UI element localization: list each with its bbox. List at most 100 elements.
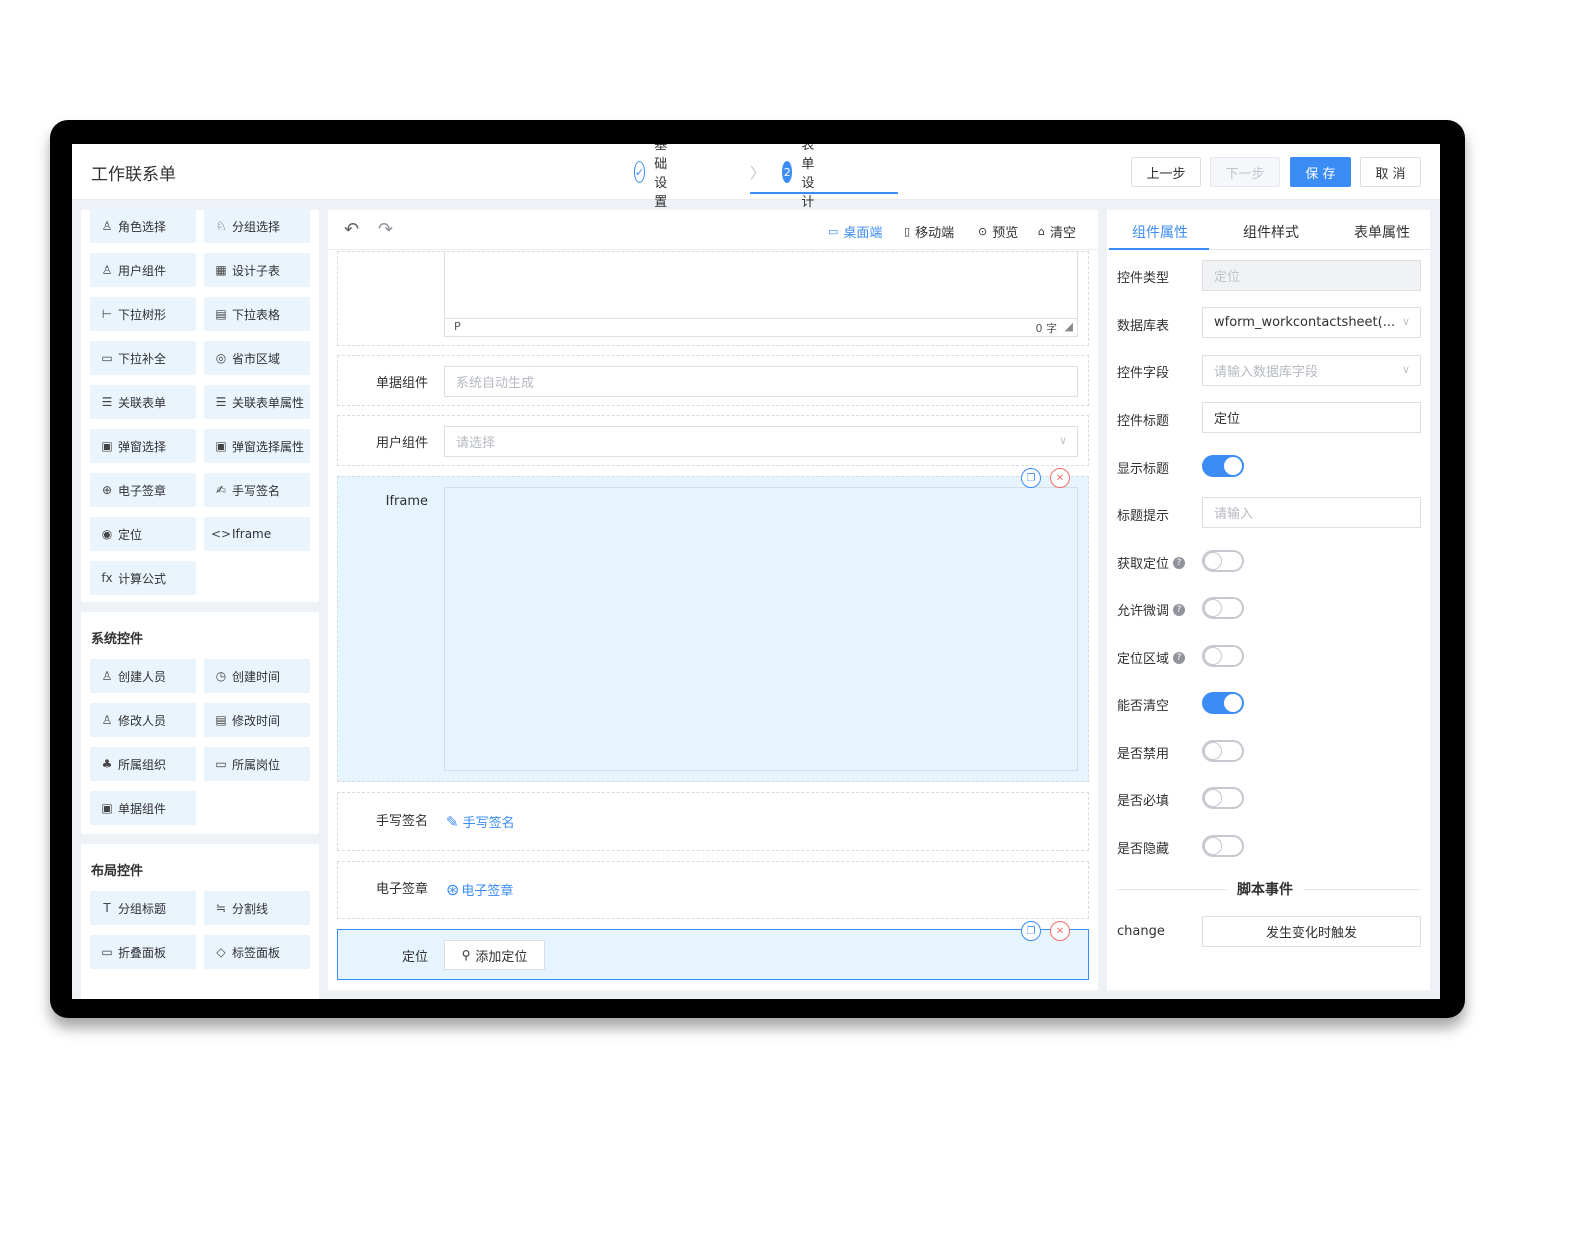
undo-icon[interactable]: ↶ [344,219,359,240]
signature-button-label: 手写签名 [462,816,515,831]
person-badge-icon: ♙ [101,219,113,233]
rich-text-editor[interactable]: P 0 字 ◢ [444,251,1078,337]
rich-text-field[interactable]: P 0 字 ◢ [337,251,1089,346]
bill-input[interactable]: 系统自动生成 [444,366,1078,397]
control-field-select[interactable]: 请输入数据库字段 ∨ [1202,355,1421,386]
user-field[interactable]: 用户组件 请选择 ∨ [337,415,1089,466]
iframe-field[interactable]: Iframe [337,476,1089,782]
save-button[interactable]: 保 存 [1290,157,1351,187]
bill-field[interactable]: 单据组件 系统自动生成 [337,355,1089,406]
switch-knob [1204,599,1222,617]
palette-item[interactable]: ≒ 分割线 [204,891,310,925]
palette-item[interactable]: ◇ 标签面板 [204,935,310,969]
user-select[interactable]: 请选择 ∨ [444,426,1078,457]
desktop-label: 桌面端 [843,226,883,241]
palette-item-label: 创建时间 [232,669,281,684]
canvas-toolbar: ↶ ↷ ▭ 桌面端 ▯ 移动端 ⊙ 预览 ⌂ 清空 [328,210,1098,250]
palette-item[interactable]: ♙ 用户组件 [90,253,196,287]
palette-item[interactable]: ▣ 单据组件 [90,791,196,825]
copy-icon[interactable]: ❐ [1021,921,1041,941]
delete-icon[interactable]: ✕ [1050,921,1070,941]
palette-item[interactable]: T 分组标题 [90,891,196,925]
iframe-actions: ❐ ✕ [1012,468,1070,488]
palette-item-label: 电子签章 [118,483,167,498]
location-region-switch[interactable] [1202,645,1244,667]
palette-item-label: 分组选择 [232,219,281,234]
group-icon: ♘ [215,219,227,233]
disabled-switch[interactable] [1202,740,1244,762]
palette-item[interactable]: ⊢ 下拉树形 [90,297,196,331]
prev-step-button[interactable]: 上一步 [1131,157,1201,187]
step-basic-settings[interactable]: ✓ 基础设置 [634,144,678,210]
resize-handle-icon[interactable]: ◢ [1065,320,1073,333]
palette-item[interactable]: ▤ 下拉表格 [204,297,310,331]
help-icon[interactable]: ? [1173,556,1186,569]
next-step-button[interactable]: 下一步 [1210,157,1280,187]
calendar-icon: ▤ [215,713,227,727]
palette-item-label: 所属岗位 [232,757,281,772]
hidden-switch[interactable] [1202,835,1244,857]
palette-item[interactable]: ⊕ 电子签章 [90,473,196,507]
palette-item[interactable]: <> Iframe [204,517,310,551]
user-select-placeholder: 请选择 [456,436,496,451]
palette-item[interactable]: ◎ 省市区域 [204,341,310,375]
palette-item[interactable]: ▣ 弹窗选择 [90,429,196,463]
palette-item[interactable]: ▤ 修改时间 [204,703,310,737]
desktop-view-button[interactable]: ▭ 桌面端 [828,222,882,241]
step-form-design[interactable]: 2 表单设计 [782,144,826,210]
palette-item[interactable]: ◉ 定位 [90,517,196,551]
palette-item[interactable]: ▭ 所属岗位 [204,747,310,781]
palette-item[interactable]: ▦ 设计子表 [204,253,310,287]
signature-field[interactable]: 手写签名 ✎ 手写签名 [337,792,1089,851]
monitor-icon: ▭ [828,225,839,238]
title-tip-input[interactable]: 请输入 [1202,497,1421,528]
tab-component-style[interactable]: 组件样式 [1243,222,1299,242]
tab-form-props[interactable]: 表单属性 [1354,222,1410,242]
tab-component-props[interactable]: 组件属性 [1132,222,1188,242]
folder-icon: ▭ [101,945,113,959]
mobile-view-button[interactable]: ▯ 移动端 [904,222,954,241]
delete-icon[interactable]: ✕ [1050,468,1070,488]
copy-icon[interactable]: ❐ [1021,468,1041,488]
preview-button[interactable]: ⊙ 预览 [978,222,1018,241]
change-event-button[interactable]: 发生变化时触发 [1202,916,1421,947]
palette-item[interactable]: ♙ 修改人员 [90,703,196,737]
fine-tune-switch[interactable] [1202,597,1244,619]
help-icon[interactable]: ? [1173,651,1186,664]
show-title-switch[interactable] [1202,455,1244,477]
palette-item[interactable]: ◷ 创建时间 [204,659,310,693]
palette-item[interactable]: ▣ 弹窗选择属性 [204,429,310,463]
seal-field[interactable]: 电子签章 ⊛ 电子签章 [337,861,1089,919]
required-switch[interactable] [1202,787,1244,809]
chevron-down-icon: ∨ [1058,434,1067,447]
help-icon[interactable]: ? [1173,603,1186,616]
seal-button[interactable]: ⊛ 电子签章 [446,880,513,899]
palette-item[interactable]: ✍ 手写签名 [204,473,310,507]
clear-button[interactable]: ⌂ 清空 [1038,222,1076,241]
palette-item[interactable]: ♙ 创建人员 [90,659,196,693]
palette-item[interactable]: ♘ 分组选择 [204,209,310,243]
control-title-input[interactable]: 定位 [1202,402,1421,433]
palette-item[interactable]: ♙ 角色选择 [90,209,196,243]
cancel-button[interactable]: 取 消 [1360,157,1421,187]
add-location-button[interactable]: ⚲ 添加定位 [444,940,545,970]
palette-item[interactable]: fx 计算公式 [90,561,196,595]
redo-icon[interactable]: ↷ [378,219,393,240]
palette-item[interactable]: ☰ 关联表单属性 [204,385,310,419]
signature-button[interactable]: ✎ 手写签名 [446,812,515,832]
location-field[interactable]: 定位 ⚲ 添加定位 [337,929,1089,980]
palette-item-label: 所属组织 [118,757,167,772]
palette-item[interactable]: ▭ 下拉补全 [90,341,196,375]
get-location-switch[interactable] [1202,550,1244,572]
play-circle-icon: ⊙ [978,225,988,238]
palette-item[interactable]: ▭ 折叠面板 [90,935,196,969]
trash-icon: ⌂ [1038,225,1045,238]
layout-controls-title: 布局控件 [91,864,144,879]
palette-item[interactable]: ♣ 所属组织 [90,747,196,781]
db-table-select[interactable]: wform_workcontactsheet(... ∨ [1202,307,1421,338]
palette-item[interactable]: ☰ 关联表单 [90,385,196,419]
clock-icon: ◷ [215,669,227,683]
editor-icon: ♙ [101,713,113,727]
palette-item-label: 弹窗选择 [118,439,167,454]
clearable-switch[interactable] [1202,692,1244,714]
